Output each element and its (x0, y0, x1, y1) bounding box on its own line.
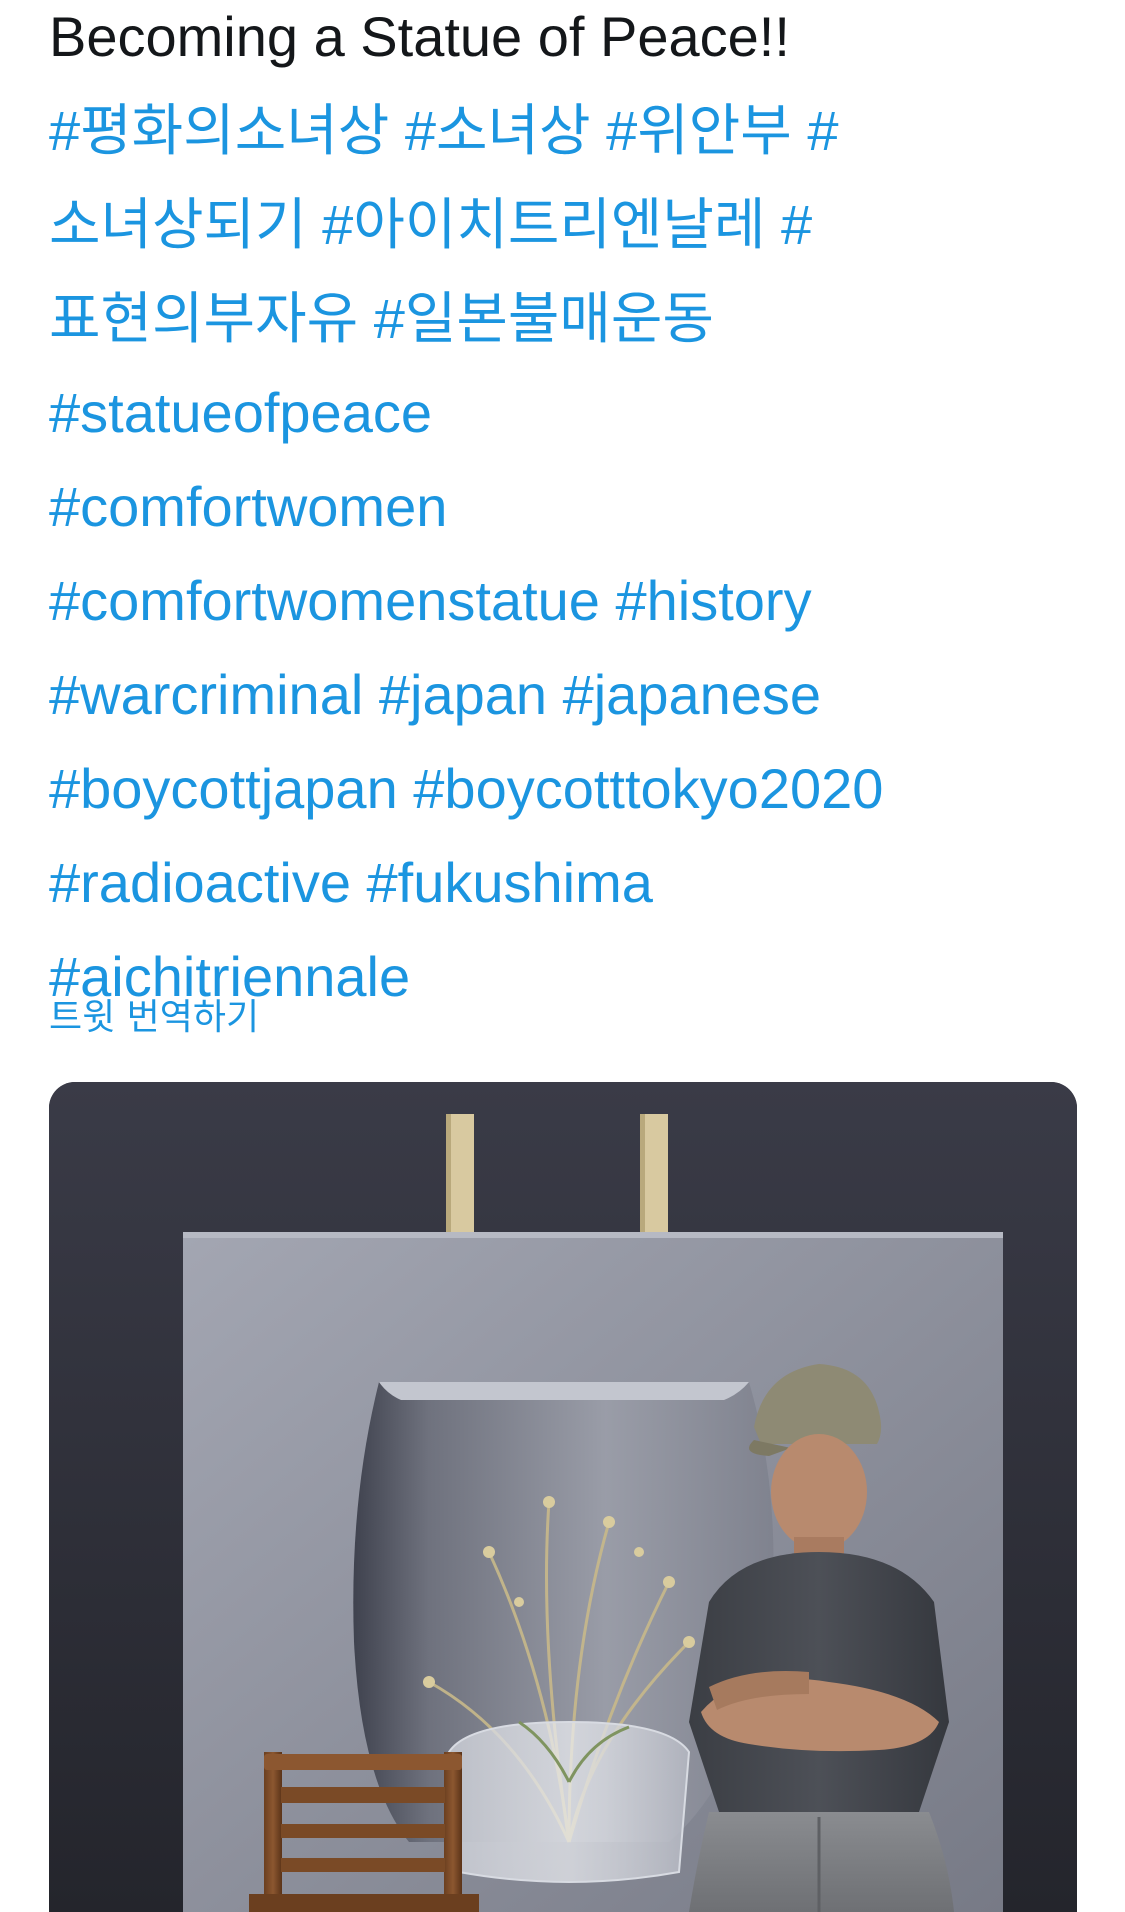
hashtag-link[interactable]: #comfortwomen (49, 475, 447, 538)
hashtag-link[interactable]: #위안부 (606, 99, 792, 162)
hashtag-link[interactable]: #아이치트리엔날레 (322, 193, 765, 256)
hashtag-link[interactable]: #statueofpeace (49, 381, 432, 444)
hashtag-link[interactable]: #평화의소녀상 (49, 99, 389, 162)
hashtag-link[interactable]: #일본불매운동 (374, 287, 714, 350)
tweet-title-line: Becoming a Statue of Peace!! (49, 5, 790, 68)
hashtag-link[interactable]: #warcriminal (49, 663, 363, 726)
hashtag-link[interactable]: #comfortwomenstatue (49, 569, 600, 632)
hashtag-link[interactable]: #japan (379, 663, 547, 726)
hashtag-link[interactable]: #boycotttokyo2020 (413, 757, 883, 820)
hashtag-link[interactable]: #history (615, 569, 811, 632)
hashtag-link[interactable]: #radioactive (49, 851, 351, 914)
photo-illustration (49, 1082, 1077, 1912)
tweet-text: Becoming a Statue of Peace!! #평화의소녀상 #소녀… (49, 0, 1079, 1024)
tweet-photo[interactable] (49, 1082, 1077, 1912)
hashtag-link[interactable]: #boycottjapan (49, 757, 398, 820)
hashtag-link[interactable]: #fukushima (367, 851, 653, 914)
hashtag-link[interactable]: #japanese (563, 663, 821, 726)
translate-tweet-link[interactable]: 트윗 번역하기 (49, 988, 259, 1040)
tweet-body: Becoming a Statue of Peace!! #평화의소녀상 #소녀… (49, 0, 1079, 1024)
hashtag-link[interactable]: #소녀상 (405, 99, 591, 162)
